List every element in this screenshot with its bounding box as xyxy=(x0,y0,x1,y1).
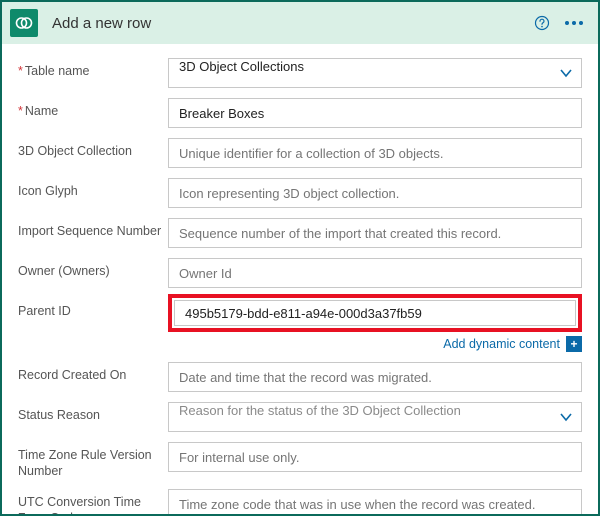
help-icon xyxy=(534,15,550,31)
field-label: Icon Glyph xyxy=(18,178,168,200)
add-dynamic-content-label: Add dynamic content xyxy=(443,337,560,351)
field-row-collection: 3D Object Collection xyxy=(18,138,582,168)
field-row-name: *Name xyxy=(18,98,582,128)
field-row-status-reason: Status Reason Reason for the status of t… xyxy=(18,402,582,432)
table-name-select[interactable]: 3D Object Collections xyxy=(168,58,582,88)
field-label: *Table name xyxy=(18,58,168,80)
table-name-value: 3D Object Collections xyxy=(168,58,582,88)
parent-id-highlight xyxy=(168,294,582,332)
name-input-wrap xyxy=(168,98,582,128)
collection-input[interactable] xyxy=(168,138,582,168)
utc-conv-input[interactable] xyxy=(168,489,582,514)
dynamic-content-row: Add dynamic content + xyxy=(18,336,582,352)
tz-rule-input-wrap xyxy=(168,442,582,472)
field-label: UTC Conversion Time Zone Code xyxy=(18,489,168,514)
utc-conv-input-wrap xyxy=(168,489,582,514)
field-label: *Name xyxy=(18,98,168,120)
field-row-table-name: *Table name 3D Object Collections xyxy=(18,58,582,88)
icon-glyph-input-wrap xyxy=(168,178,582,208)
field-label: Status Reason xyxy=(18,402,168,424)
field-row-import-seq: Import Sequence Number xyxy=(18,218,582,248)
record-created-input[interactable] xyxy=(168,362,582,392)
connector-logo xyxy=(10,9,38,37)
name-input[interactable] xyxy=(168,98,582,128)
action-card: Add a new row *Table name 3D Object Coll… xyxy=(0,0,600,516)
field-row-utc-conv: UTC Conversion Time Zone Code xyxy=(18,489,582,514)
dynamic-content-badge-icon: + xyxy=(566,336,582,352)
help-button[interactable] xyxy=(530,11,554,35)
owner-input[interactable] xyxy=(168,258,582,288)
field-label: Import Sequence Number xyxy=(18,218,168,240)
status-reason-value: Reason for the status of the 3D Object C… xyxy=(168,402,582,432)
icon-glyph-input[interactable] xyxy=(168,178,582,208)
field-row-owner: Owner (Owners) xyxy=(18,258,582,288)
parent-id-input[interactable] xyxy=(174,300,576,326)
field-label: Record Created On xyxy=(18,362,168,384)
card-body: *Table name 3D Object Collections *Name … xyxy=(2,44,598,514)
status-reason-select[interactable]: Reason for the status of the 3D Object C… xyxy=(168,402,582,432)
field-row-icon-glyph: Icon Glyph xyxy=(18,178,582,208)
import-seq-input-wrap xyxy=(168,218,582,248)
record-created-input-wrap xyxy=(168,362,582,392)
collection-input-wrap xyxy=(168,138,582,168)
field-label: Time Zone Rule Version Number xyxy=(18,442,168,479)
tz-rule-input[interactable] xyxy=(168,442,582,472)
dataverse-icon xyxy=(15,14,33,32)
more-menu-button[interactable] xyxy=(562,11,586,35)
field-label: 3D Object Collection xyxy=(18,138,168,160)
field-row-parent-id: Parent ID xyxy=(18,294,582,332)
field-row-record-created: Record Created On xyxy=(18,362,582,392)
field-row-tz-rule: Time Zone Rule Version Number xyxy=(18,442,582,479)
import-seq-input[interactable] xyxy=(168,218,582,248)
field-label: Owner (Owners) xyxy=(18,258,168,280)
card-title: Add a new row xyxy=(52,15,530,32)
add-dynamic-content-link[interactable]: Add dynamic content + xyxy=(443,336,582,352)
owner-input-wrap xyxy=(168,258,582,288)
card-header: Add a new row xyxy=(2,2,598,44)
field-label: Parent ID xyxy=(18,294,168,320)
